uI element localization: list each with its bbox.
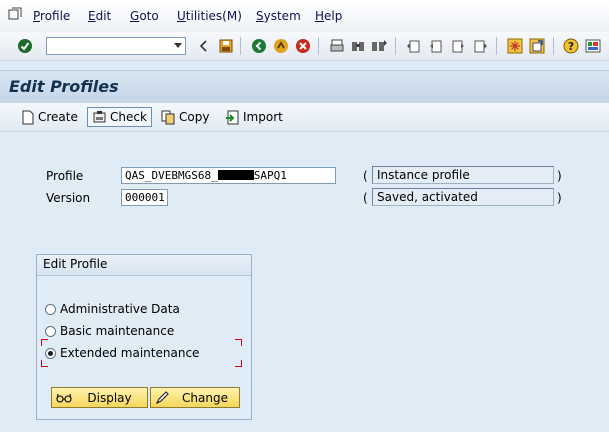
focus-corner — [235, 360, 242, 367]
menu-help[interactable]: Help — [315, 9, 342, 23]
first-page-icon[interactable] — [406, 38, 422, 54]
customize-icon[interactable] — [585, 38, 601, 54]
radio-button-icon[interactable] — [45, 325, 56, 337]
copy-button-label: Copy — [179, 110, 210, 124]
prev-page-icon[interactable] — [428, 38, 444, 54]
edit-profile-header: Edit Profile — [37, 255, 251, 276]
change-button[interactable]: Change — [150, 387, 240, 408]
import-icon — [226, 110, 239, 124]
focus-corner — [235, 339, 242, 346]
find-next-icon[interactable] — [371, 38, 387, 54]
main-content: Profile QAS_DVEBMGS68_ SAPQ1 ( Instance p… — [0, 132, 609, 432]
shortcut-icon[interactable] — [529, 38, 545, 54]
radio-button-icon[interactable] — [45, 303, 56, 315]
toolbar-separator — [395, 37, 396, 55]
menu-edit[interactable]: Edit — [88, 9, 111, 23]
application-toolbar: Create Check Copy Import — [0, 103, 609, 132]
display-glasses-icon — [56, 393, 72, 403]
paren-close: ) — [557, 169, 562, 183]
toolbar-separator — [240, 37, 241, 55]
toolbar-separator — [496, 37, 497, 55]
copy-icon — [161, 110, 175, 124]
focus-corner — [41, 360, 48, 367]
version-label: Version — [46, 191, 91, 205]
exit-icon[interactable] — [273, 38, 289, 54]
cancel-icon[interactable] — [295, 38, 311, 54]
import-button-label: Import — [243, 110, 283, 124]
radio-administrative-data[interactable]: Administrative Data — [45, 302, 180, 316]
copy-button[interactable]: Copy — [161, 108, 209, 126]
version-field[interactable]: 000001 — [121, 189, 168, 206]
import-button[interactable]: Import — [225, 108, 283, 126]
title-bar: Edit Profiles — [0, 70, 609, 104]
create-button-label: Create — [38, 110, 78, 124]
find-icon[interactable] — [350, 38, 366, 54]
menu-goto[interactable]: Goto — [130, 9, 159, 23]
sap-menu-icon[interactable] — [8, 7, 22, 21]
profile-value-prefix: QAS_DVEBMGS68_ — [125, 169, 218, 182]
menu-system[interactable]: System — [256, 9, 301, 23]
paren-open: ( — [363, 169, 368, 183]
radio-button-selected-icon[interactable] — [45, 347, 56, 359]
chevron-down-icon[interactable] — [174, 43, 182, 48]
menu-profile[interactable]: Profile — [33, 9, 70, 23]
version-value: 000001 — [125, 191, 165, 204]
edit-profile-group: Edit Profile Administrative Data Basic m… — [36, 254, 252, 420]
print-icon[interactable] — [329, 38, 345, 54]
profile-value-suffix: SAPQ1 — [253, 169, 287, 182]
profile-field[interactable]: QAS_DVEBMGS68_ SAPQ1 — [121, 167, 336, 184]
radio-label: Basic maintenance — [60, 324, 175, 338]
version-status-text: Saved, activated — [377, 190, 478, 204]
focus-corner — [41, 339, 48, 346]
menu-bar: Profile Edit Goto Utilities(M) System He… — [0, 0, 609, 32]
profile-label: Profile — [46, 169, 84, 183]
check-icon — [93, 110, 106, 122]
create-document-icon — [22, 110, 34, 124]
svg-text:?: ? — [568, 40, 574, 53]
toolbar-separator — [553, 37, 554, 55]
standard-toolbar: ? — [0, 32, 609, 61]
create-button[interactable]: Create — [20, 108, 78, 126]
new-session-icon[interactable] — [507, 38, 523, 54]
menu-utilities[interactable]: Utilities(M) — [177, 9, 242, 23]
command-field[interactable] — [46, 37, 186, 55]
radio-basic-maintenance[interactable]: Basic maintenance — [45, 324, 174, 338]
next-page-icon[interactable] — [450, 38, 466, 54]
pencil-icon — [155, 390, 169, 404]
change-button-label: Change — [182, 390, 228, 405]
radio-label: Administrative Data — [60, 302, 180, 316]
version-status-field: Saved, activated — [372, 188, 554, 206]
save-icon[interactable] — [218, 38, 234, 54]
help-icon[interactable]: ? — [563, 38, 579, 54]
back-green-icon[interactable] — [251, 38, 267, 54]
enter-icon[interactable] — [17, 38, 33, 54]
radio-label: Extended maintenance — [60, 346, 200, 360]
last-page-icon[interactable] — [472, 38, 488, 54]
page-title: Edit Profiles — [9, 77, 119, 96]
toolbar-separator — [318, 37, 319, 55]
paren-close: ) — [557, 191, 562, 205]
check-button-label: Check — [110, 110, 147, 124]
profile-type-field: Instance profile — [372, 166, 554, 184]
redaction-bar — [217, 170, 254, 180]
profile-type-text: Instance profile — [377, 168, 470, 182]
check-button[interactable]: Check — [87, 107, 152, 127]
display-button-label: Display — [87, 390, 132, 405]
radio-extended-maintenance[interactable]: Extended maintenance — [45, 346, 199, 360]
paren-open: ( — [363, 191, 368, 205]
display-button[interactable]: Display — [51, 387, 148, 408]
back-icon[interactable] — [196, 38, 212, 54]
